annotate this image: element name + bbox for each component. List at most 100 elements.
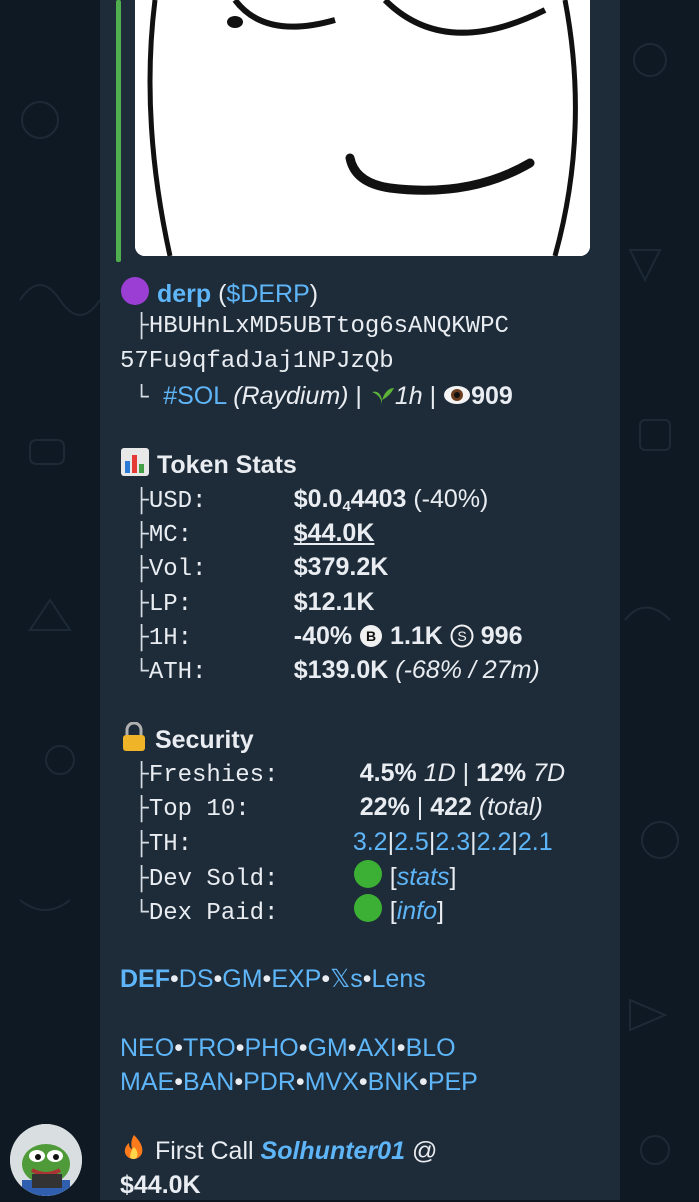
- freshies-1d-unit: 1D: [423, 759, 456, 788]
- first-call-row: First Call Solhunter01 @: [120, 1133, 610, 1167]
- link-mvx[interactable]: MVX: [305, 1068, 359, 1096]
- chain-row: └ #SOL (Raydium) | 1h | 909: [120, 379, 610, 413]
- address-line-2[interactable]: 57Fu9qfadJaj1NPJzQb: [120, 345, 610, 379]
- vol-value: $379.2K: [293, 553, 389, 582]
- bar-chart-icon: [120, 447, 150, 486]
- h1-change: -40%: [293, 621, 353, 650]
- link-xs[interactable]: 𝕏s: [330, 965, 363, 993]
- token-name-link[interactable]: derp: [157, 280, 211, 308]
- h1-label: 1H:: [148, 624, 193, 652]
- derp-face-illustration: [135, 0, 590, 256]
- link-def[interactable]: DEF: [120, 965, 170, 993]
- first-call-value: $44.0K: [120, 1170, 201, 1199]
- first-call-value-row: $44.0K: [120, 1168, 610, 1202]
- link-tro[interactable]: TRO: [183, 1034, 236, 1062]
- fire-icon: [120, 1133, 148, 1172]
- h1-sells: 996: [480, 621, 523, 650]
- lp-value: $12.1K: [293, 587, 375, 616]
- h1-row: ├1H: -40% B 1.1K S 996: [120, 619, 610, 653]
- link-bnk[interactable]: BNK: [368, 1068, 419, 1096]
- top10-label: Top 10:: [148, 796, 250, 824]
- usd-price: $0.044403: [293, 484, 407, 515]
- token-stats-heading: Token Stats: [120, 447, 610, 481]
- ath-label: ATH:: [148, 659, 207, 687]
- link-neo[interactable]: NEO: [120, 1034, 174, 1062]
- mc-value[interactable]: $44.0K: [294, 519, 375, 547]
- buys-icon: B: [359, 623, 383, 657]
- first-call-label: First Call: [154, 1137, 254, 1166]
- link-ban[interactable]: BAN: [183, 1068, 234, 1096]
- ath-value: $139.0K: [293, 656, 389, 685]
- token-image[interactable]: [135, 0, 590, 256]
- sender-avatar[interactable]: [10, 1124, 82, 1196]
- link-pep[interactable]: PEP: [428, 1068, 478, 1096]
- freshies-1d: 4.5%: [359, 759, 417, 788]
- link-mae[interactable]: MAE: [120, 1068, 174, 1096]
- top10-total-label: (total): [478, 793, 543, 822]
- info-link[interactable]: info: [397, 897, 437, 925]
- link-exp[interactable]: EXP: [271, 965, 321, 993]
- eye-icon: [443, 382, 471, 417]
- bots-links-row-2: MAE•BAN•PDR•MVX•BNK•PEP: [120, 1067, 478, 1096]
- message-text: derp ($DERP) ├HBUHnLxMD5UBTtog6sANQKWPC …: [120, 276, 610, 1202]
- link-ds[interactable]: DS: [179, 965, 214, 993]
- link-gm2[interactable]: GM: [307, 1034, 347, 1062]
- seedling-icon: [369, 382, 395, 417]
- top10-pct: 22%: [359, 793, 410, 822]
- security-title: Security: [154, 725, 254, 754]
- usd-row: ├USD: $0.044403 (-40%): [120, 482, 610, 516]
- link-gm[interactable]: GM: [222, 965, 262, 993]
- link-pdr[interactable]: PDR: [243, 1068, 296, 1096]
- svg-text:B: B: [366, 628, 376, 644]
- mc-label: MC:: [148, 522, 193, 550]
- freshies-row: ├Freshies: 4.5% 1D | 12% 7D: [120, 756, 610, 790]
- lp-label: LP:: [148, 590, 193, 618]
- stats-link[interactable]: stats: [397, 863, 450, 891]
- media-accent-bar: [116, 0, 121, 262]
- th-link[interactable]: 2.2: [477, 828, 512, 856]
- pepe-avatar-icon: [10, 1124, 82, 1196]
- th-link[interactable]: 2.3: [435, 828, 470, 856]
- freshies-7d: 12%: [476, 759, 527, 788]
- ath-row: └ATH: $139.0K (-68% / 27m): [120, 653, 610, 687]
- sells-icon: S: [450, 623, 474, 657]
- link-blo[interactable]: BLO: [406, 1034, 456, 1062]
- dex-name: (Raydium): [233, 381, 349, 410]
- token-ticker: ($DERP): [218, 280, 319, 308]
- token-header: derp ($DERP): [120, 276, 610, 310]
- address-part-2[interactable]: 57Fu9qfadJaj1NPJzQb: [120, 348, 394, 375]
- freshies-7d-unit: 7D: [533, 759, 566, 788]
- tools-links-row: DEF•DS•GM•EXP•𝕏s•Lens: [120, 964, 426, 993]
- security-heading: Security: [120, 721, 610, 756]
- freshies-label: Freshies:: [148, 762, 279, 790]
- ticker-link[interactable]: $DERP: [226, 280, 309, 308]
- th-link[interactable]: 2.1: [518, 828, 553, 856]
- address-part-1[interactable]: HBUHnLxMD5UBTtog6sANQKWPC: [149, 313, 509, 340]
- vol-row: ├Vol: $379.2K: [120, 550, 610, 584]
- top10-total: 422: [430, 793, 472, 822]
- lp-row: ├LP: $12.1K: [120, 585, 610, 619]
- dev-sold-label: Dev Sold:: [148, 866, 279, 894]
- h1-buys: 1.1K: [390, 621, 443, 650]
- usd-label: USD:: [148, 487, 207, 515]
- svg-text:S: S: [457, 628, 466, 644]
- chain-hashtag[interactable]: #SOL: [163, 382, 226, 410]
- view-count: 909: [471, 381, 513, 410]
- first-call-at: @: [411, 1137, 438, 1166]
- token-stats-title: Token Stats: [156, 451, 297, 480]
- link-axi[interactable]: AXI: [357, 1034, 397, 1062]
- link-lens[interactable]: Lens: [372, 965, 426, 993]
- top10-row: ├Top 10: 22% | 422 (total): [120, 790, 610, 824]
- first-caller-link[interactable]: Solhunter01: [261, 1137, 405, 1165]
- dex-paid-row: └Dex Paid: [info]: [120, 893, 610, 927]
- th-link[interactable]: 3.2: [353, 828, 388, 856]
- token-age: 1h: [394, 381, 423, 410]
- link-pho[interactable]: PHO: [245, 1034, 299, 1062]
- th-link[interactable]: 2.5: [394, 828, 429, 856]
- bots-links-row-1: NEO•TRO•PHO•GM•AXI•BLO: [120, 1033, 456, 1062]
- dev-sold-row: ├Dev Sold: [stats]: [120, 859, 610, 893]
- ath-detail: (-68% / 27m): [395, 656, 540, 685]
- mc-row: ├MC: $44.0K: [120, 516, 610, 550]
- th-label: TH:: [148, 830, 193, 858]
- address-line-1[interactable]: ├HBUHnLxMD5UBTtog6sANQKWPC: [120, 310, 610, 344]
